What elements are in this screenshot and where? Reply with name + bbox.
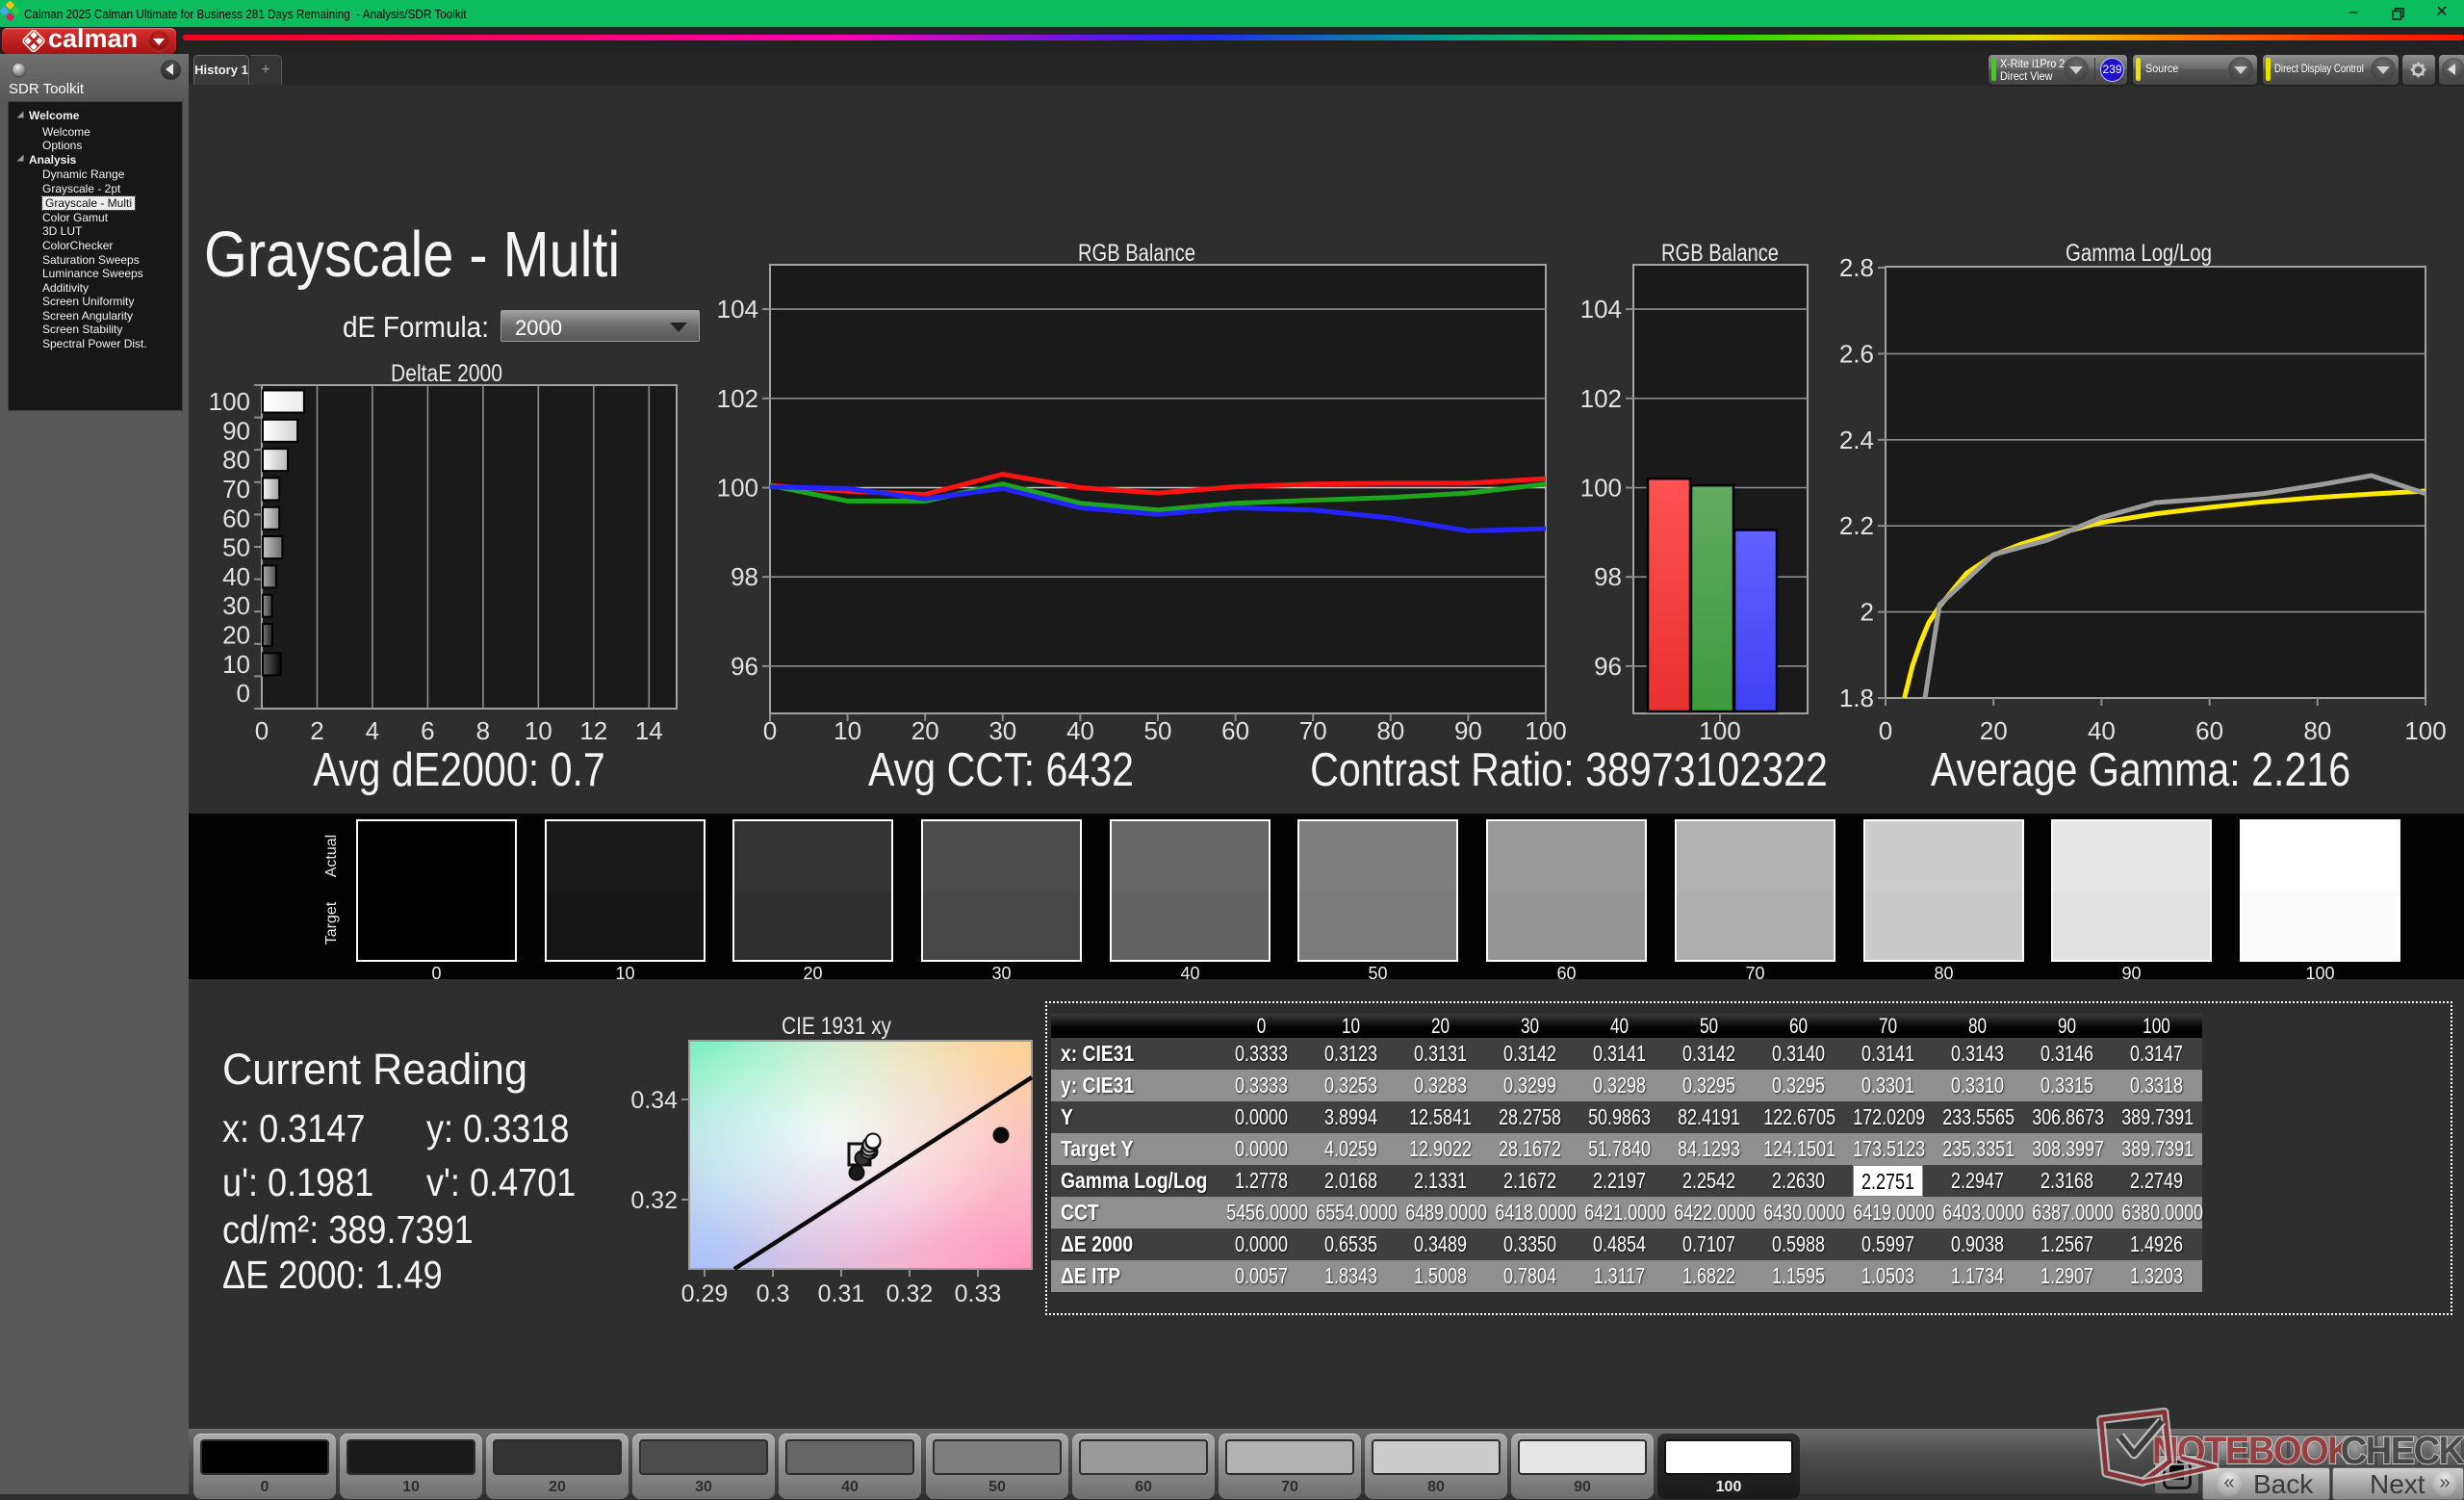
svg-text:12: 12 <box>579 716 607 745</box>
svg-text:4: 4 <box>366 716 379 745</box>
svg-text:100: 100 <box>2404 716 2446 745</box>
svg-text:98: 98 <box>1594 562 1622 591</box>
svg-text:0.34: 0.34 <box>630 1087 678 1114</box>
svg-text:2.2: 2.2 <box>1839 511 1874 540</box>
svg-text:80: 80 <box>1376 716 1404 745</box>
svg-text:0.32: 0.32 <box>886 1280 934 1307</box>
svg-text:2.4: 2.4 <box>1839 426 1874 454</box>
svg-text:100: 100 <box>717 474 758 503</box>
svg-text:14: 14 <box>635 716 663 745</box>
svg-text:0: 0 <box>237 679 250 708</box>
svg-text:104: 104 <box>1580 295 1622 323</box>
svg-text:60: 60 <box>222 504 250 532</box>
svg-text:0.29: 0.29 <box>681 1280 729 1307</box>
svg-text:0: 0 <box>1879 716 1892 745</box>
svg-text:100: 100 <box>1525 716 1566 745</box>
svg-text:80: 80 <box>222 446 250 475</box>
svg-text:10: 10 <box>222 650 250 679</box>
svg-text:96: 96 <box>1594 652 1622 681</box>
svg-text:10: 10 <box>834 716 861 745</box>
svg-text:96: 96 <box>731 652 758 681</box>
svg-text:2.6: 2.6 <box>1839 339 1874 368</box>
svg-text:20: 20 <box>222 621 250 650</box>
svg-text:102: 102 <box>717 384 758 413</box>
svg-text:98: 98 <box>731 562 758 591</box>
svg-text:50: 50 <box>1144 716 1172 745</box>
svg-text:30: 30 <box>988 716 1016 745</box>
svg-text:RGB Balance: RGB Balance <box>1661 240 1779 267</box>
svg-text:0.32: 0.32 <box>630 1187 678 1214</box>
svg-text:70: 70 <box>222 475 250 504</box>
svg-text:20: 20 <box>1980 716 2008 745</box>
svg-text:100: 100 <box>209 387 250 416</box>
svg-text:1.8: 1.8 <box>1839 684 1874 712</box>
svg-text:0.3: 0.3 <box>757 1280 790 1307</box>
svg-text:40: 40 <box>2088 716 2116 745</box>
svg-text:70: 70 <box>1299 716 1327 745</box>
svg-text:60: 60 <box>1221 716 1249 745</box>
svg-text:60: 60 <box>2195 716 2223 745</box>
svg-text:20: 20 <box>911 716 939 745</box>
svg-text:NOTEBOOK: NOTEBOOK <box>2152 1430 2353 1472</box>
svg-text:2: 2 <box>310 716 323 745</box>
svg-text:10: 10 <box>525 716 552 745</box>
svg-text:0: 0 <box>255 716 269 745</box>
svg-text:CHECK: CHECK <box>2341 1430 2464 1472</box>
svg-text:40: 40 <box>1066 716 1094 745</box>
svg-text:8: 8 <box>476 716 490 745</box>
svg-text:2: 2 <box>1861 598 1874 627</box>
svg-text:RGB Balance: RGB Balance <box>1078 240 1195 267</box>
svg-text:102: 102 <box>1580 384 1622 413</box>
svg-text:80: 80 <box>2303 716 2331 745</box>
svg-text:CIE 1931 xy: CIE 1931 xy <box>782 1013 891 1040</box>
svg-text:DeltaE 2000: DeltaE 2000 <box>391 360 502 387</box>
svg-text:40: 40 <box>222 562 250 591</box>
svg-text:2.8: 2.8 <box>1839 253 1874 282</box>
svg-text:0.33: 0.33 <box>955 1280 1002 1307</box>
svg-text:100: 100 <box>1580 474 1622 503</box>
svg-text:50: 50 <box>222 533 250 562</box>
svg-text:0: 0 <box>763 716 777 745</box>
svg-text:104: 104 <box>717 295 758 323</box>
svg-text:90: 90 <box>222 416 250 445</box>
svg-text:30: 30 <box>222 591 250 620</box>
svg-text:6: 6 <box>421 716 434 745</box>
svg-text:Gamma Log/Log: Gamma Log/Log <box>2066 240 2212 267</box>
svg-text:0.31: 0.31 <box>818 1280 865 1307</box>
svg-text:90: 90 <box>1454 716 1482 745</box>
